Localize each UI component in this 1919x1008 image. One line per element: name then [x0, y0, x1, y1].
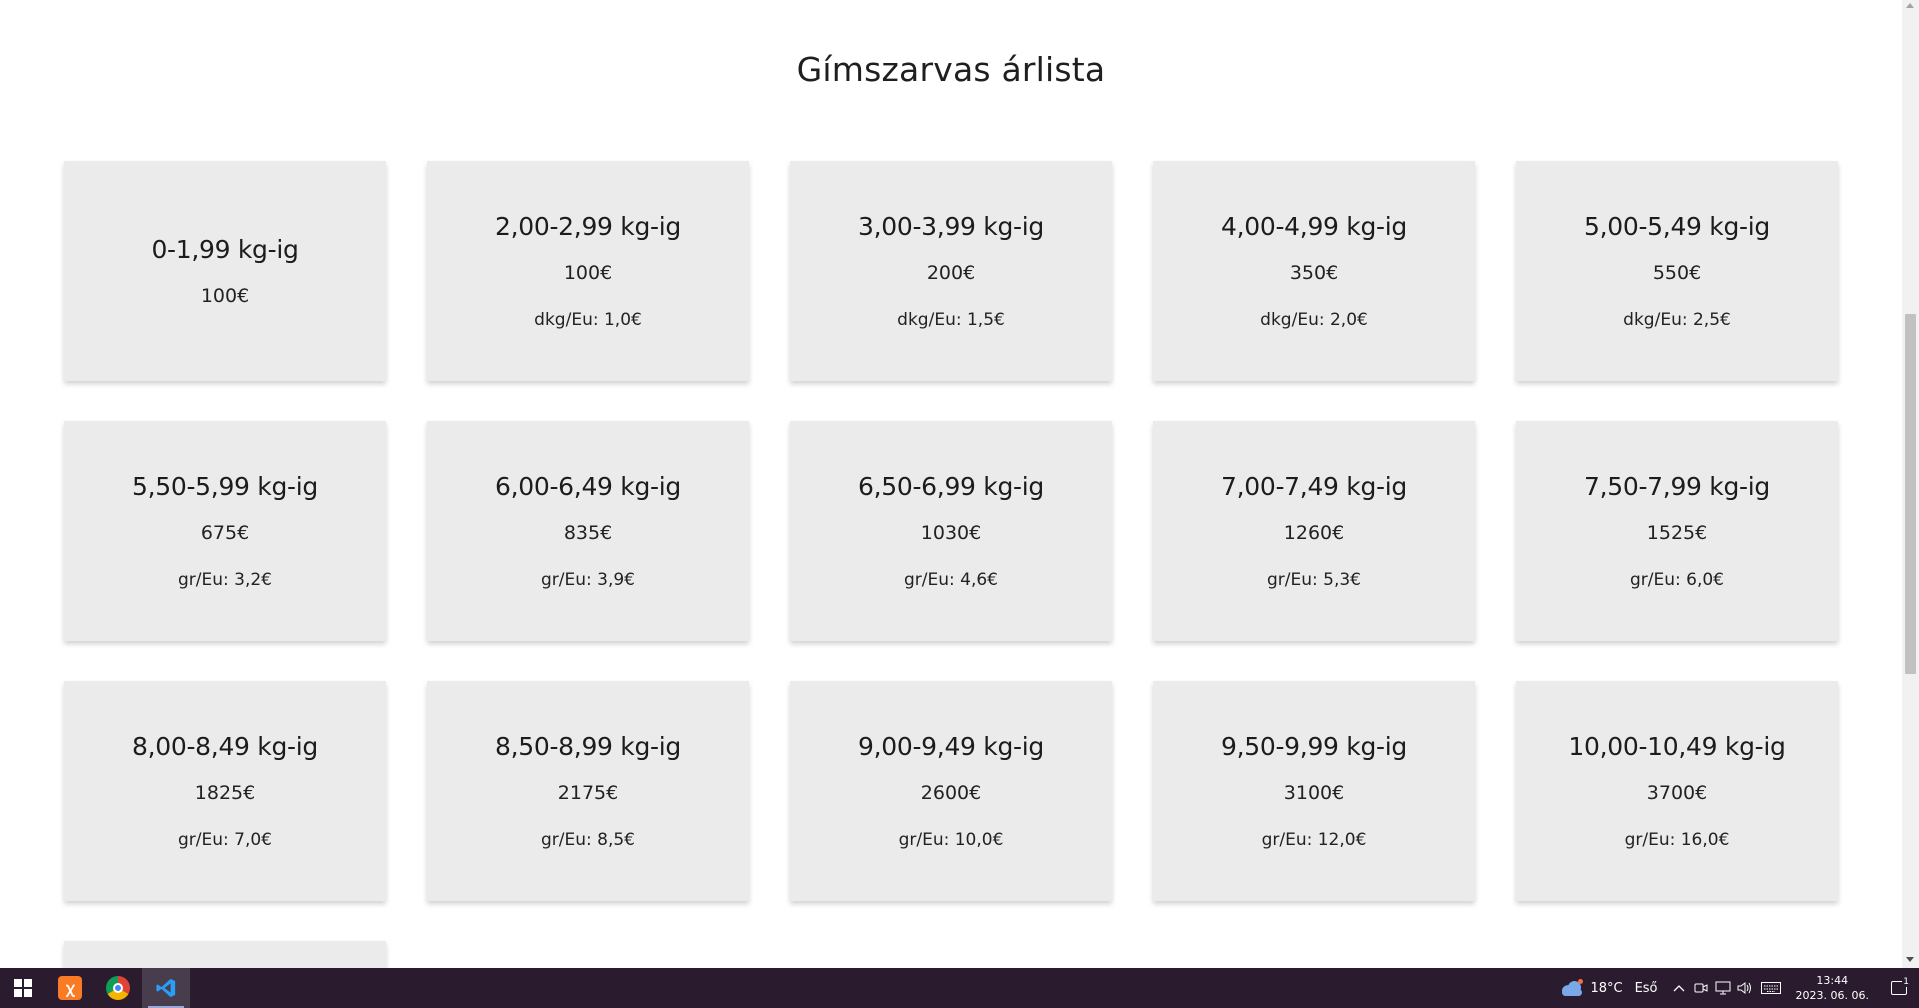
unit-rate: gr/Eu: 8,5€: [540, 830, 635, 850]
weight-range: 6,50-6,99 kg-ig: [858, 472, 1044, 501]
system-tray: 18°C Eső 13:44 2023. 06. 06. 1: [1550, 968, 1919, 1008]
start-button[interactable]: [0, 968, 46, 1008]
price-card: 3,00-3,99 kg-ig 200€ dkg/Eu: 1,5€: [790, 161, 1112, 381]
price-card: 7,50-7,99 kg-ig 1525€ gr/Eu: 6,0€: [1516, 421, 1838, 641]
rain-cloud-icon: [1560, 979, 1584, 997]
weather-temp: 18°C: [1590, 980, 1623, 996]
taskbar-app-chrome[interactable]: [94, 968, 142, 1008]
price-card: 8,50-8,99 kg-ig 2175€ gr/Eu: 8,5€: [427, 681, 749, 901]
weight-range: 3,00-3,99 kg-ig: [858, 212, 1044, 241]
price-card: 5,50-5,99 kg-ig 675€ gr/Eu: 3,2€: [64, 421, 386, 641]
price-card: 6,50-6,99 kg-ig 1030€ gr/Eu: 4,6€: [790, 421, 1112, 641]
price-card: 9,50-9,99 kg-ig 3100€ gr/Eu: 12,0€: [1153, 681, 1475, 901]
weight-range: 2,00-2,99 kg-ig: [495, 212, 681, 241]
unit-rate: gr/Eu: 16,0€: [1624, 830, 1730, 850]
unit-rate: gr/Eu: 3,2€: [177, 570, 272, 590]
clock-time: 13:44: [1816, 974, 1849, 987]
price-card: 10,00-10,49 kg-ig 3700€ gr/Eu: 16,0€: [1516, 681, 1838, 901]
price-card: 6,00-6,49 kg-ig 835€ gr/Eu: 3,9€: [427, 421, 749, 641]
price: 200€: [926, 262, 976, 284]
unit-rate: gr/Eu: 7,0€: [177, 830, 272, 850]
meet-now-icon[interactable]: [1690, 968, 1712, 1008]
price-card-partial: [64, 941, 386, 968]
scroll-thumb[interactable]: [1905, 314, 1916, 674]
browser-viewport: Gímszarvas árlista 0-1,99 kg-ig 100€ 2,00-…: [0, 0, 1902, 968]
unit-rate: dkg/Eu: 1,0€: [534, 310, 642, 330]
price: 550€: [1652, 262, 1702, 284]
unit-rate: dkg/Eu: 2,0€: [1260, 310, 1368, 330]
price: 835€: [563, 522, 613, 544]
network-icon[interactable]: [1712, 968, 1734, 1008]
price-card: 4,00-4,99 kg-ig 350€ dkg/Eu: 2,0€: [1153, 161, 1475, 381]
unit-rate: gr/Eu: 10,0€: [898, 830, 1004, 850]
price: 100€: [563, 262, 613, 284]
weight-range: 8,50-8,99 kg-ig: [495, 732, 681, 761]
price: 1260€: [1283, 522, 1345, 544]
unit-rate: gr/Eu: 6,0€: [1629, 570, 1724, 590]
unit-rate: dkg/Eu: 1,5€: [897, 310, 1005, 330]
weight-range: 6,00-6,49 kg-ig: [495, 472, 681, 501]
page-title: Gímszarvas árlista: [796, 50, 1106, 89]
taskbar-app-xampp[interactable]: ꭓ: [46, 968, 94, 1008]
price: 1030€: [920, 522, 982, 544]
price-card: 8,00-8,49 kg-ig 1825€ gr/Eu: 7,0€: [64, 681, 386, 901]
scroll-down-arrow-icon[interactable]: [1906, 957, 1914, 962]
weight-range: 5,50-5,99 kg-ig: [132, 472, 318, 501]
price: 1825€: [194, 782, 256, 804]
weather-widget[interactable]: 18°C Eső: [1550, 979, 1667, 997]
unit-rate: gr/Eu: 3,9€: [540, 570, 635, 590]
keyboard-icon[interactable]: [1756, 968, 1786, 1008]
price-card: 9,00-9,49 kg-ig 2600€ gr/Eu: 10,0€: [790, 681, 1112, 901]
scroll-up-arrow-icon[interactable]: [1906, 3, 1914, 8]
taskbar: ꭓ 18°C Eső 13:44 2023. 06. 06. 1: [0, 968, 1919, 1008]
notification-count: 1: [1902, 977, 1910, 987]
price: 100€: [200, 285, 250, 307]
unit-rate: gr/Eu: 4,6€: [903, 570, 998, 590]
windows-logo-icon: [14, 979, 32, 997]
unit-rate: gr/Eu: 5,3€: [1266, 570, 1361, 590]
price-card: 0-1,99 kg-ig 100€: [64, 161, 386, 381]
weight-range: 5,00-5,49 kg-ig: [1584, 212, 1770, 241]
unit-rate: dkg/Eu: 2,5€: [1623, 310, 1731, 330]
unit-rate: gr/Eu: 12,0€: [1261, 830, 1367, 850]
price-card: 2,00-2,99 kg-ig 100€ dkg/Eu: 1,0€: [427, 161, 749, 381]
price: 3700€: [1646, 782, 1708, 804]
chrome-icon: [106, 976, 130, 1000]
price-card: 5,00-5,49 kg-ig 550€ dkg/Eu: 2,5€: [1516, 161, 1838, 381]
weight-range: 4,00-4,99 kg-ig: [1221, 212, 1407, 241]
weight-range: 10,00-10,49 kg-ig: [1568, 732, 1786, 761]
price: 1525€: [1646, 522, 1708, 544]
weight-range: 7,00-7,49 kg-ig: [1221, 472, 1407, 501]
price: 2600€: [920, 782, 982, 804]
xampp-icon: ꭓ: [58, 976, 82, 1000]
volume-icon[interactable]: [1734, 968, 1756, 1008]
price-card-grid: 0-1,99 kg-ig 100€ 2,00-2,99 kg-ig 100€ dkg/E…: [64, 161, 1838, 968]
vscode-icon: [154, 976, 178, 1000]
taskbar-clock[interactable]: 13:44 2023. 06. 06.: [1786, 973, 1879, 1003]
price: 350€: [1289, 262, 1339, 284]
vertical-scrollbar[interactable]: [1902, 0, 1919, 968]
taskbar-app-vscode[interactable]: [142, 968, 190, 1008]
chevron-up-icon[interactable]: [1668, 968, 1690, 1008]
price: 2175€: [557, 782, 619, 804]
weight-range: 8,00-8,49 kg-ig: [132, 732, 318, 761]
weight-range: 9,50-9,99 kg-ig: [1221, 732, 1407, 761]
weight-range: 7,50-7,99 kg-ig: [1584, 472, 1770, 501]
price: 675€: [200, 522, 250, 544]
clock-date: 2023. 06. 06.: [1795, 989, 1869, 1002]
price: 3100€: [1283, 782, 1345, 804]
weight-range: 0-1,99 kg-ig: [151, 235, 299, 264]
notification-center-button[interactable]: 1: [1879, 977, 1919, 995]
weather-condition: Eső: [1634, 980, 1658, 996]
price-card: 7,00-7,49 kg-ig 1260€ gr/Eu: 5,3€: [1153, 421, 1475, 641]
weight-range: 9,00-9,49 kg-ig: [858, 732, 1044, 761]
